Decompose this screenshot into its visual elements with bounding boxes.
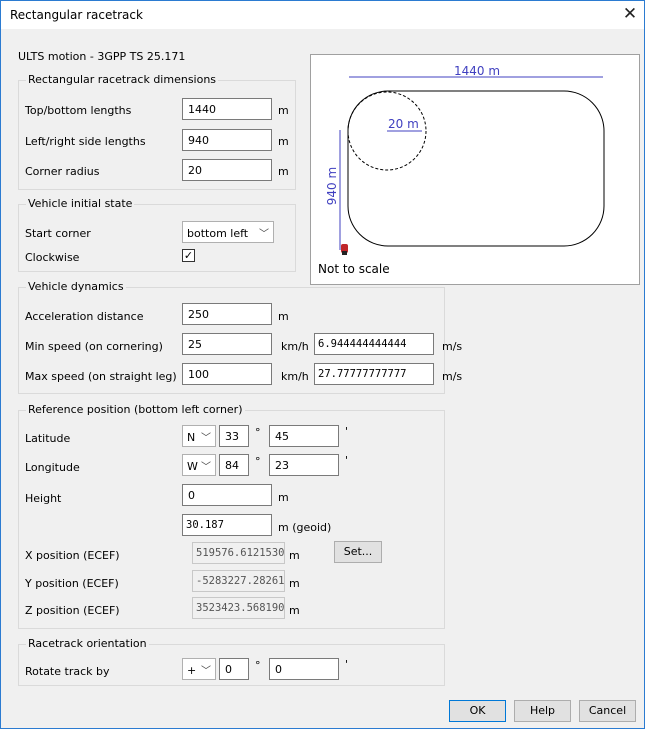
dynamics-legend: Vehicle dynamics bbox=[26, 280, 126, 293]
minute-symbol: ' bbox=[345, 454, 349, 467]
corner-radius-label: Corner radius bbox=[25, 165, 100, 178]
z-position-field: 3523423.568190 bbox=[192, 597, 285, 619]
dialog-title: Rectangular racetrack bbox=[10, 8, 143, 22]
min-speed-unit: km/h bbox=[281, 340, 309, 353]
corner-radius-input[interactable]: 20 bbox=[182, 159, 272, 181]
longitude-minutes-input[interactable]: 23 bbox=[269, 454, 339, 476]
clockwise-checkbox[interactable]: ✓ bbox=[182, 249, 195, 262]
left-right-unit: m bbox=[278, 135, 289, 148]
degree-symbol: ° bbox=[255, 659, 261, 672]
longitude-label: Longitude bbox=[25, 461, 80, 474]
start-corner-value: bottom left bbox=[187, 227, 249, 240]
orientation-legend: Racetrack orientation bbox=[26, 637, 149, 650]
min-speed-ms-input[interactable]: 6.944444444444 bbox=[314, 333, 434, 355]
latitude-degrees-input[interactable]: 33 bbox=[219, 425, 249, 447]
chevron-down-icon: ﹀ bbox=[201, 433, 211, 444]
close-icon[interactable]: ✕ bbox=[616, 1, 644, 29]
x-position-label: X position (ECEF) bbox=[25, 549, 120, 562]
min-speed-input[interactable]: 25 bbox=[182, 333, 272, 355]
chevron-down-icon: ﹀ bbox=[259, 229, 269, 240]
left-right-input[interactable]: 940 bbox=[182, 129, 272, 151]
reference-legend: Reference position (bottom left corner) bbox=[26, 403, 245, 416]
racetrack-diagram bbox=[339, 76, 605, 255]
height-label: Height bbox=[25, 492, 62, 505]
ok-button[interactable]: OK bbox=[449, 700, 506, 722]
rotate-sign-value: + bbox=[187, 664, 197, 677]
acceleration-label: Acceleration distance bbox=[25, 310, 144, 323]
racetrack-preview: 1440 m 20 m 940 m Not to scale bbox=[310, 54, 640, 285]
cancel-button[interactable]: Cancel bbox=[579, 700, 636, 722]
rotate-label: Rotate track by bbox=[25, 665, 110, 678]
min-speed-label: Min speed (on cornering) bbox=[25, 340, 163, 353]
chevron-down-icon: ﹀ bbox=[201, 462, 211, 473]
latitude-hemisphere-select[interactable]: N ﹀ bbox=[182, 425, 216, 447]
top-bottom-unit: m bbox=[278, 104, 289, 117]
start-corner-label: Start corner bbox=[25, 227, 91, 240]
minute-symbol: ' bbox=[345, 425, 349, 438]
title-bar: Rectangular racetrack ✕ bbox=[1, 1, 644, 29]
x-position-field: 519576.6121530 bbox=[192, 542, 285, 564]
latitude-hemisphere-value: N bbox=[187, 431, 196, 444]
left-right-label: Left/right side lengths bbox=[25, 135, 146, 148]
radius-label: 20 m bbox=[388, 117, 419, 131]
y-position-label: Y position (ECEF) bbox=[25, 577, 119, 590]
degree-symbol: ° bbox=[255, 426, 261, 439]
degree-symbol: ° bbox=[255, 455, 261, 468]
max-speed-unit: km/h bbox=[281, 370, 309, 383]
dimensions-legend: Rectangular racetrack dimensions bbox=[26, 73, 219, 86]
acceleration-unit: m bbox=[278, 310, 289, 323]
model-label: ULTS motion - 3GPP TS 25.171 bbox=[18, 50, 186, 63]
top-bottom-input[interactable]: 1440 bbox=[182, 98, 272, 120]
rotate-sign-select[interactable]: + ﹀ bbox=[182, 658, 216, 680]
start-corner-select[interactable]: bottom left ﹀ bbox=[182, 221, 274, 243]
min-speed-ms-unit: m/s bbox=[442, 340, 463, 353]
max-speed-ms-unit: m/s bbox=[442, 370, 463, 383]
acceleration-input[interactable]: 250 bbox=[182, 303, 272, 325]
longitude-degrees-input[interactable]: 84 bbox=[219, 454, 249, 476]
height-unit: m bbox=[278, 491, 289, 504]
help-button[interactable]: Help bbox=[514, 700, 571, 722]
corner-radius-unit: m bbox=[278, 165, 289, 178]
z-position-label: Z position (ECEF) bbox=[25, 604, 120, 617]
latitude-minutes-input[interactable]: 45 bbox=[269, 425, 339, 447]
initial-state-legend: Vehicle initial state bbox=[26, 197, 135, 210]
scale-note: Not to scale bbox=[318, 262, 390, 276]
max-speed-input[interactable]: 100 bbox=[182, 363, 272, 385]
geoid-unit: m (geoid) bbox=[278, 521, 332, 534]
track-outline bbox=[347, 90, 605, 247]
x-position-unit: m bbox=[289, 549, 300, 562]
longitude-hemisphere-select[interactable]: W ﹀ bbox=[182, 454, 216, 476]
latitude-label: Latitude bbox=[25, 432, 71, 445]
max-speed-label: Max speed (on straight leg) bbox=[25, 370, 177, 383]
minute-symbol: ' bbox=[345, 658, 349, 671]
dialog-window: Rectangular racetrack ✕ ULTS motion - 3G… bbox=[0, 0, 645, 729]
side-length-label: 940 m bbox=[325, 166, 340, 206]
rotate-minutes-input[interactable]: 0 bbox=[269, 658, 339, 680]
top-bottom-label: Top/bottom lengths bbox=[25, 104, 132, 117]
vehicle-icon bbox=[341, 244, 348, 255]
height-input[interactable]: 0 bbox=[182, 484, 272, 506]
geoid-height-input[interactable]: 30.187 bbox=[182, 514, 272, 536]
clockwise-label: Clockwise bbox=[25, 251, 80, 264]
y-position-field: -5283227.28261 bbox=[192, 570, 285, 592]
longitude-hemisphere-value: W bbox=[187, 460, 198, 473]
max-speed-ms-input[interactable]: 27.77777777777 bbox=[314, 363, 434, 385]
rotate-degrees-input[interactable]: 0 bbox=[219, 658, 249, 680]
top-length-label: 1440 m bbox=[454, 64, 501, 78]
y-position-unit: m bbox=[289, 577, 300, 590]
z-position-unit: m bbox=[289, 604, 300, 617]
set-button[interactable]: Set... bbox=[334, 541, 382, 563]
chevron-down-icon: ﹀ bbox=[201, 666, 211, 677]
